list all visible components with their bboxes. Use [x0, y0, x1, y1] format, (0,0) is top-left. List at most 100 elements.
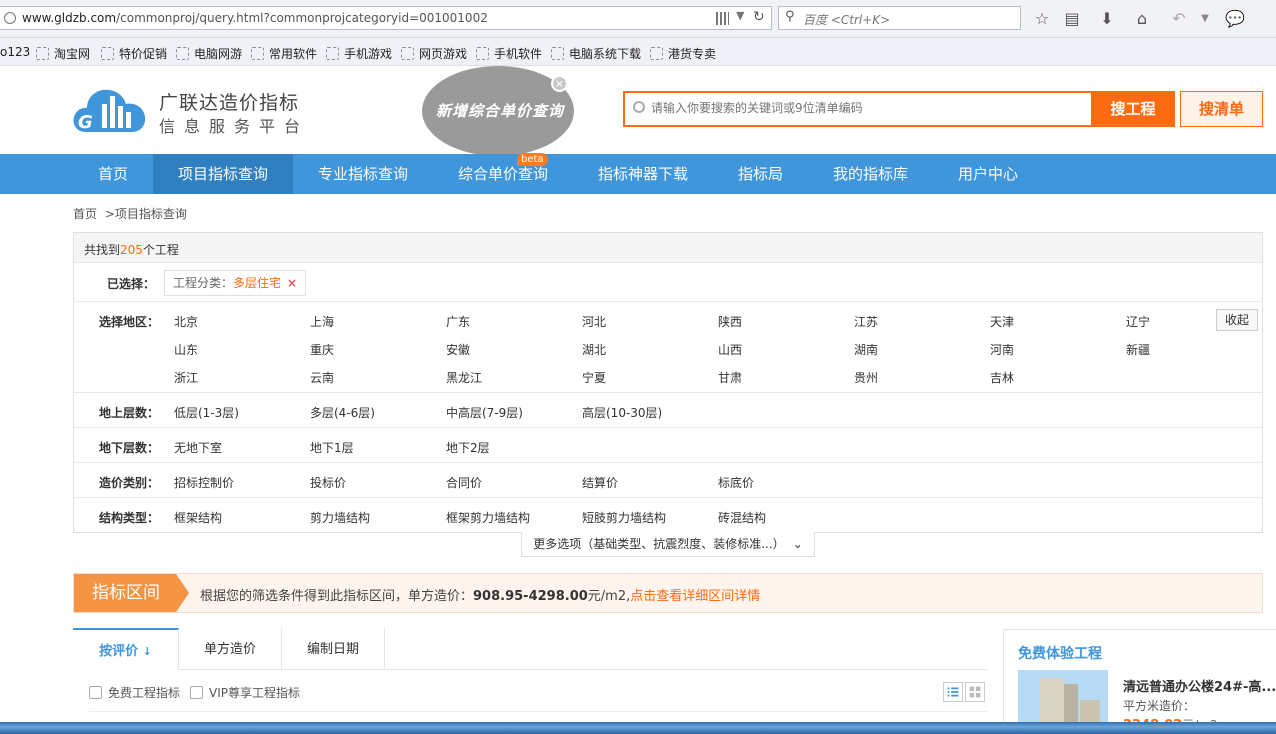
grid-view-icon[interactable]	[965, 682, 985, 702]
star-icon[interactable]: ☆	[1031, 9, 1053, 29]
promo-text[interactable]: 新增综合单价查询	[430, 100, 570, 121]
floors-above-option[interactable]: 中高层(7-9层)	[446, 404, 523, 421]
region-option[interactable]: 广东	[446, 313, 470, 330]
region-option[interactable]: 贵州	[854, 369, 878, 386]
back-icon[interactable]: ↶	[1168, 9, 1190, 29]
region-option[interactable]: 湖南	[854, 341, 878, 358]
reload-icon[interactable]: ↻	[753, 9, 765, 25]
nav-item-my-library[interactable]: 我的指标库	[833, 154, 908, 194]
bookmark-item[interactable]: o123	[0, 45, 30, 59]
cost-type-option[interactable]: 标底价	[718, 474, 754, 491]
selected-chip[interactable]: 工程分类：多层住宅 ×	[164, 270, 307, 296]
bookmark-icon	[476, 47, 489, 60]
floors-above-option[interactable]: 多层(4-6层)	[310, 404, 375, 421]
bookmark-item[interactable]: 特价促销	[101, 45, 167, 62]
structure-option[interactable]: 框架剪力墙结构	[446, 509, 530, 526]
more-options-button[interactable]: 更多选项（基础类型、抗震烈度、装修标准...） ⌄	[521, 532, 815, 557]
nav-item-download[interactable]: 指标神器下载	[598, 154, 688, 194]
bookmark-item[interactable]: 淘宝网	[36, 45, 90, 62]
free-trial-project-name[interactable]: 清远普通办公楼24#-高...	[1123, 676, 1276, 695]
collapse-button[interactable]: 收起	[1216, 309, 1258, 331]
site-search-input[interactable]	[651, 101, 1091, 115]
url-text[interactable]: www.gldzb.com/commonproj/query.html?comm…	[22, 11, 488, 25]
region-option[interactable]: 北京	[174, 313, 198, 330]
bookmark-item[interactable]: 电脑网游	[176, 45, 242, 62]
cost-type-option[interactable]: 招标控制价	[174, 474, 234, 491]
region-option[interactable]: 河北	[582, 313, 606, 330]
tab-by-rating[interactable]: 按评价 ↓	[73, 628, 179, 670]
cost-type-option[interactable]: 投标价	[310, 474, 346, 491]
bookmark-item[interactable]: 常用软件	[251, 45, 317, 62]
region-option[interactable]: 宁夏	[582, 369, 606, 386]
checkbox-vip-index[interactable]: VIP尊享工程指标	[190, 684, 300, 701]
bookmark-item[interactable]: 电脑系统下载	[551, 45, 641, 62]
floors-above-option[interactable]: 高层(10-30层)	[582, 404, 662, 421]
bookmark-icon	[251, 47, 264, 60]
region-option[interactable]: 湖北	[582, 341, 606, 358]
home-icon[interactable]: ⌂	[1131, 9, 1153, 29]
structure-option[interactable]: 短肢剪力墙结构	[582, 509, 666, 526]
search-icon	[633, 101, 645, 113]
nav-item-professional-index[interactable]: 专业指标查询	[318, 154, 408, 194]
tab-date[interactable]: 编制日期	[282, 628, 385, 670]
region-option[interactable]: 江苏	[854, 313, 878, 330]
region-option[interactable]: 天津	[990, 313, 1014, 330]
floors-above-option[interactable]: 低层(1-3层)	[174, 404, 239, 421]
qr-code-icon[interactable]	[716, 12, 729, 25]
index-range-detail-link[interactable]: 点击查看详细区间详情	[630, 589, 760, 604]
tab-unit-price[interactable]: 单方造价	[179, 628, 282, 670]
region-option[interactable]: 辽宁	[1126, 313, 1150, 330]
list-view-icon[interactable]	[943, 682, 963, 702]
result-count: 共找到205个工程	[84, 243, 179, 257]
chip-remove-icon[interactable]: ×	[287, 276, 297, 290]
region-option[interactable]: 云南	[310, 369, 334, 386]
region-option[interactable]: 山东	[174, 341, 198, 358]
region-option[interactable]: 河南	[990, 341, 1014, 358]
download-icon[interactable]: ⬇	[1096, 9, 1118, 29]
logo-subtitle: 信息服务平台	[159, 117, 310, 136]
nav-item-project-index[interactable]: 项目指标查询	[178, 154, 268, 194]
region-option[interactable]: 新疆	[1126, 341, 1150, 358]
region-option[interactable]: 浙江	[174, 369, 198, 386]
region-option[interactable]: 重庆	[310, 341, 334, 358]
floors-below-option[interactable]: 地下1层	[310, 439, 354, 456]
chat-icon[interactable]: 💬	[1224, 9, 1246, 29]
nav-item-index-bureau[interactable]: 指标局	[738, 154, 783, 194]
region-option[interactable]: 黑龙江	[446, 369, 482, 386]
browser-search-box[interactable]: ⚲ 百度 <Ctrl+K>	[778, 6, 1021, 30]
structure-option[interactable]: 框架结构	[174, 509, 222, 526]
search-list-button[interactable]: 搜清单	[1180, 91, 1263, 127]
search-project-button[interactable]: 搜工程	[1091, 91, 1175, 127]
region-option[interactable]: 安徽	[446, 341, 470, 358]
nav-item-user-center[interactable]: 用户中心	[958, 154, 1018, 194]
menu-arrow-icon[interactable]: ▼	[1194, 9, 1216, 29]
checkbox-icon	[190, 686, 203, 699]
bookmark-item[interactable]: 网页游戏	[401, 45, 467, 62]
site-search-box[interactable]	[623, 91, 1171, 127]
structure-option[interactable]: 剪力墙结构	[310, 509, 370, 526]
structure-option[interactable]: 砖混结构	[718, 509, 766, 526]
reader-icon[interactable]: ▤	[1061, 9, 1083, 29]
floors-below-option[interactable]: 无地下室	[174, 439, 222, 456]
address-bar[interactable]: www.gldzb.com/commonproj/query.html?comm…	[0, 6, 772, 30]
cloud-logo-icon[interactable]: G	[72, 82, 148, 134]
bookmark-icon	[101, 47, 114, 60]
bookmark-item[interactable]: 手机软件	[476, 45, 542, 62]
floors-below-option[interactable]: 地下2层	[446, 439, 490, 456]
nav-item-home[interactable]: 首页	[98, 154, 128, 194]
close-icon[interactable]: ×	[551, 75, 568, 92]
checkbox-free-index[interactable]: 免费工程指标	[89, 684, 180, 701]
cost-type-option[interactable]: 合同价	[446, 474, 482, 491]
bookmark-item[interactable]: 手机游戏	[326, 45, 392, 62]
region-option[interactable]: 山西	[718, 341, 742, 358]
region-option[interactable]: 甘肃	[718, 369, 742, 386]
index-range-value: 908.95-4298.00	[473, 589, 588, 604]
dropdown-arrow-icon[interactable]: ▼	[736, 9, 744, 22]
bookmark-item[interactable]: 港货专卖	[650, 45, 716, 62]
region-option[interactable]: 上海	[310, 313, 334, 330]
logo-title: 广联达造价指标	[159, 92, 300, 114]
breadcrumb-home[interactable]: 首页	[73, 207, 97, 221]
region-option[interactable]: 陕西	[718, 313, 742, 330]
cost-type-option[interactable]: 结算价	[582, 474, 618, 491]
region-option[interactable]: 吉林	[990, 369, 1014, 386]
